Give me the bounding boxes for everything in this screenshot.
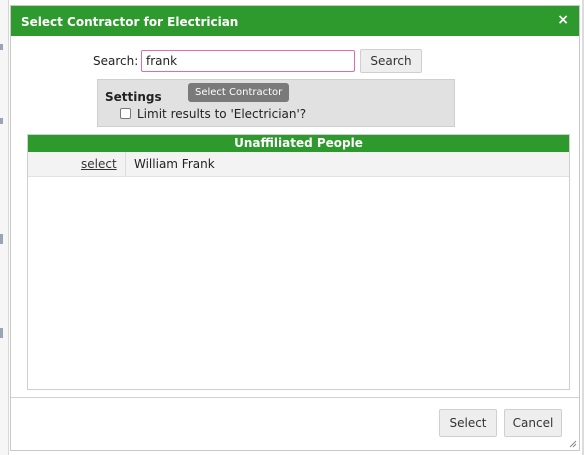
table-row: select William Frank <box>28 152 569 177</box>
limit-results-label[interactable]: Limit results to 'Electrician'? <box>137 107 306 121</box>
background-marker <box>0 234 3 244</box>
footer-divider <box>11 397 579 398</box>
results-header: Unaffiliated People <box>28 135 569 152</box>
background-marker <box>0 118 3 124</box>
search-button[interactable]: Search <box>360 49 422 73</box>
background-page-edge <box>0 0 9 455</box>
settings-heading: Settings <box>105 90 162 104</box>
limit-results-checkbox[interactable] <box>120 108 131 119</box>
select-contractor-tooltip: Select Contractor <box>188 83 290 102</box>
search-label: Search: <box>93 54 139 68</box>
select-row-link[interactable]: select <box>81 157 117 171</box>
results-table: Unaffiliated People select William Frank <box>27 134 570 390</box>
background-marker <box>0 328 3 338</box>
background-marker <box>0 44 3 50</box>
resize-grip-icon[interactable] <box>567 438 577 448</box>
select-contractor-dialog: Select Contractor for Electrician × Sear… <box>10 5 580 451</box>
dialog-title: Select Contractor for Electrician <box>21 15 239 29</box>
dialog-titlebar[interactable]: Select Contractor for Electrician × <box>11 6 579 36</box>
cancel-button[interactable]: Cancel <box>504 409 562 437</box>
column-divider <box>125 152 126 176</box>
search-input[interactable] <box>141 50 355 72</box>
person-name: William Frank <box>134 157 215 171</box>
select-button[interactable]: Select <box>439 409 497 437</box>
close-icon[interactable]: × <box>557 12 569 28</box>
